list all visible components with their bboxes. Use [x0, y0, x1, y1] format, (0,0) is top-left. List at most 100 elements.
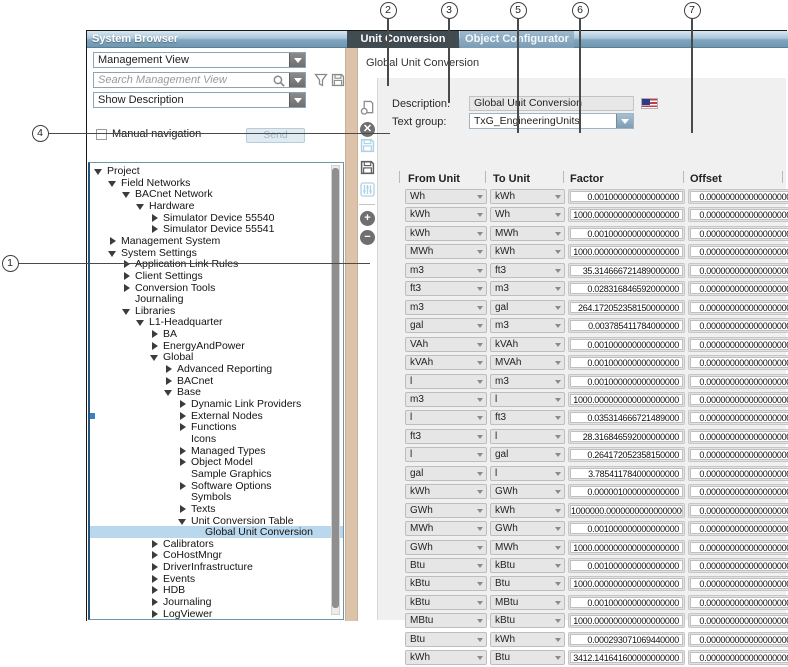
offset-input-value[interactable]: 0.000000000000000000: [690, 283, 788, 294]
offset-input[interactable]: 0.000000000000000000: [688, 503, 788, 518]
tree-item-l1-headquarter[interactable]: L1-Headquarter: [90, 316, 343, 328]
tree-item-management-system[interactable]: Management System: [90, 235, 343, 247]
to-unit-select[interactable]: Wh: [490, 207, 565, 222]
offset-input[interactable]: 0.000000000000000000: [688, 650, 788, 665]
chevron-down-icon[interactable]: [616, 114, 633, 128]
to-unit-select[interactable]: GWh: [490, 484, 565, 499]
tab-unit-conversion[interactable]: Unit Conversion: [347, 31, 459, 48]
offset-input[interactable]: 0.000000000000000000: [688, 263, 788, 278]
tree-item-events[interactable]: Events: [90, 573, 343, 585]
tree-item-simulator-device-55541[interactable]: Simulator Device 55541: [90, 223, 343, 235]
close-icon[interactable]: ✕: [360, 122, 375, 137]
offset-input-value[interactable]: 0.000000000000000000: [690, 652, 788, 663]
collapse-triangle-icon[interactable]: [122, 190, 131, 199]
expand-triangle-icon[interactable]: [164, 365, 173, 374]
offset-input[interactable]: 0.000000000000000000: [688, 466, 788, 481]
factor-input[interactable]: 0.001000000000000000: [568, 595, 685, 610]
expand-triangle-icon[interactable]: [150, 225, 159, 234]
collapse-triangle-icon[interactable]: [122, 307, 131, 316]
factor-input[interactable]: 1000.000000000000000000: [568, 576, 685, 591]
factor-input-value[interactable]: 1000000.000000000000000000: [570, 505, 683, 516]
offset-input[interactable]: 0.000000000000000000: [688, 374, 788, 389]
factor-input[interactable]: 1000.000000000000000000: [568, 244, 685, 259]
offset-input[interactable]: 0.000000000000000000: [688, 595, 788, 610]
offset-input[interactable]: 0.000000000000000000: [688, 613, 788, 628]
factor-input[interactable]: 0.000001000000000000: [568, 484, 685, 499]
tree-item-bacnet[interactable]: BACnet: [90, 375, 343, 387]
offset-input-value[interactable]: 0.000000000000000000: [690, 209, 788, 220]
offset-input-value[interactable]: 0.000000000000000000: [690, 339, 788, 350]
chevron-down-icon[interactable]: [289, 73, 305, 87]
offset-input[interactable]: 0.000000000000000000: [688, 429, 788, 444]
offset-input-value[interactable]: 0.000000000000000000: [690, 394, 788, 405]
collapse-triangle-icon[interactable]: [136, 318, 145, 327]
factor-input-value[interactable]: 0.001000000000000000: [570, 560, 683, 571]
factor-input-value[interactable]: 35.314666721489000000: [570, 265, 683, 276]
from-unit-select[interactable]: l: [405, 374, 487, 389]
from-unit-select[interactable]: MBtu: [405, 613, 487, 628]
from-unit-select[interactable]: kVAh: [405, 355, 487, 370]
expand-triangle-icon[interactable]: [178, 458, 187, 467]
factor-input[interactable]: 0.001000000000000000: [568, 355, 685, 370]
offset-input-value[interactable]: 0.000000000000000000: [690, 246, 788, 257]
factor-input[interactable]: 0.001000000000000000: [568, 521, 685, 536]
from-unit-select[interactable]: gal: [405, 318, 487, 333]
factor-input-value[interactable]: 0.001000000000000000: [570, 597, 683, 608]
from-unit-select[interactable]: l: [405, 410, 487, 425]
factor-input[interactable]: 0.028316846592000000: [568, 281, 685, 296]
factor-input[interactable]: 1000.000000000000000000: [568, 613, 685, 628]
to-unit-select[interactable]: m3: [490, 281, 565, 296]
offset-input-value[interactable]: 0.000000000000000000: [690, 578, 788, 589]
offset-input-value[interactable]: 0.000000000000000000: [690, 191, 788, 202]
tree-item-driverinfrastructure[interactable]: DriverInfrastructure: [90, 561, 343, 573]
factor-input-value[interactable]: 0.003785411784000000: [570, 320, 683, 331]
factor-input[interactable]: 0.001000000000000000: [568, 337, 685, 352]
offset-input-value[interactable]: 0.000000000000000000: [690, 468, 788, 479]
offset-input[interactable]: 0.000000000000000000: [688, 355, 788, 370]
factor-input-value[interactable]: 0.001000000000000000: [570, 228, 683, 239]
display-mode-select[interactable]: Show Description: [93, 92, 306, 108]
factor-input[interactable]: 35.314666721489000000: [568, 263, 685, 278]
from-unit-select[interactable]: kWh: [405, 207, 487, 222]
factor-input[interactable]: 0.001000000000000000: [568, 226, 685, 241]
collapse-triangle-icon[interactable]: [108, 179, 117, 188]
from-unit-select[interactable]: kWh: [405, 226, 487, 241]
expand-triangle-icon[interactable]: [150, 330, 159, 339]
offset-input-value[interactable]: 0.000000000000000000: [690, 542, 788, 553]
to-unit-select[interactable]: kWh: [490, 503, 565, 518]
tree-item-managed-types[interactable]: Managed Types: [90, 445, 343, 457]
offset-input-value[interactable]: 0.000000000000000000: [690, 615, 788, 626]
from-unit-select[interactable]: gal: [405, 466, 487, 481]
offset-input[interactable]: 0.000000000000000000: [688, 226, 788, 241]
factor-input-value[interactable]: 0.000001000000000000: [570, 486, 683, 497]
factor-input[interactable]: 0.001000000000000000: [568, 189, 685, 204]
send-button[interactable]: Send: [246, 128, 305, 143]
tree-item-sample-graphics[interactable]: Sample Graphics: [90, 468, 343, 480]
from-unit-select[interactable]: MWh: [405, 521, 487, 536]
to-unit-select[interactable]: l: [490, 392, 565, 407]
expand-triangle-icon[interactable]: [178, 447, 187, 456]
offset-input[interactable]: 0.000000000000000000: [688, 521, 788, 536]
tree-item-texts[interactable]: Texts: [90, 503, 343, 515]
expand-triangle-icon[interactable]: [150, 598, 159, 607]
offset-input[interactable]: 0.000000000000000000: [688, 410, 788, 425]
view-select[interactable]: Management View: [93, 52, 306, 68]
offset-input[interactable]: 0.000000000000000000: [688, 281, 788, 296]
factor-input[interactable]: 0.035314666721489000: [568, 410, 685, 425]
offset-input-value[interactable]: 0.000000000000000000: [690, 265, 788, 276]
description-field[interactable]: Global Unit Conversion: [469, 96, 634, 111]
save-icon[interactable]: [331, 73, 345, 87]
tree-item-project[interactable]: Project: [90, 165, 343, 177]
to-unit-select[interactable]: MWh: [490, 226, 565, 241]
expand-triangle-icon[interactable]: [178, 423, 187, 432]
tree-item-macro[interactable]: Macro: [90, 619, 343, 620]
from-unit-select[interactable]: Btu: [405, 632, 487, 647]
tree-item-hdb[interactable]: HDB: [90, 584, 343, 596]
search-input[interactable]: Search Management View: [93, 72, 306, 88]
offset-input-value[interactable]: 0.000000000000000000: [690, 412, 788, 423]
add-icon[interactable]: +: [360, 211, 375, 226]
factor-input[interactable]: 0.001000000000000000: [568, 558, 685, 573]
factor-input[interactable]: 1000000.000000000000000000: [568, 503, 685, 518]
offset-input[interactable]: 0.000000000000000000: [688, 576, 788, 591]
to-unit-select[interactable]: m3: [490, 318, 565, 333]
